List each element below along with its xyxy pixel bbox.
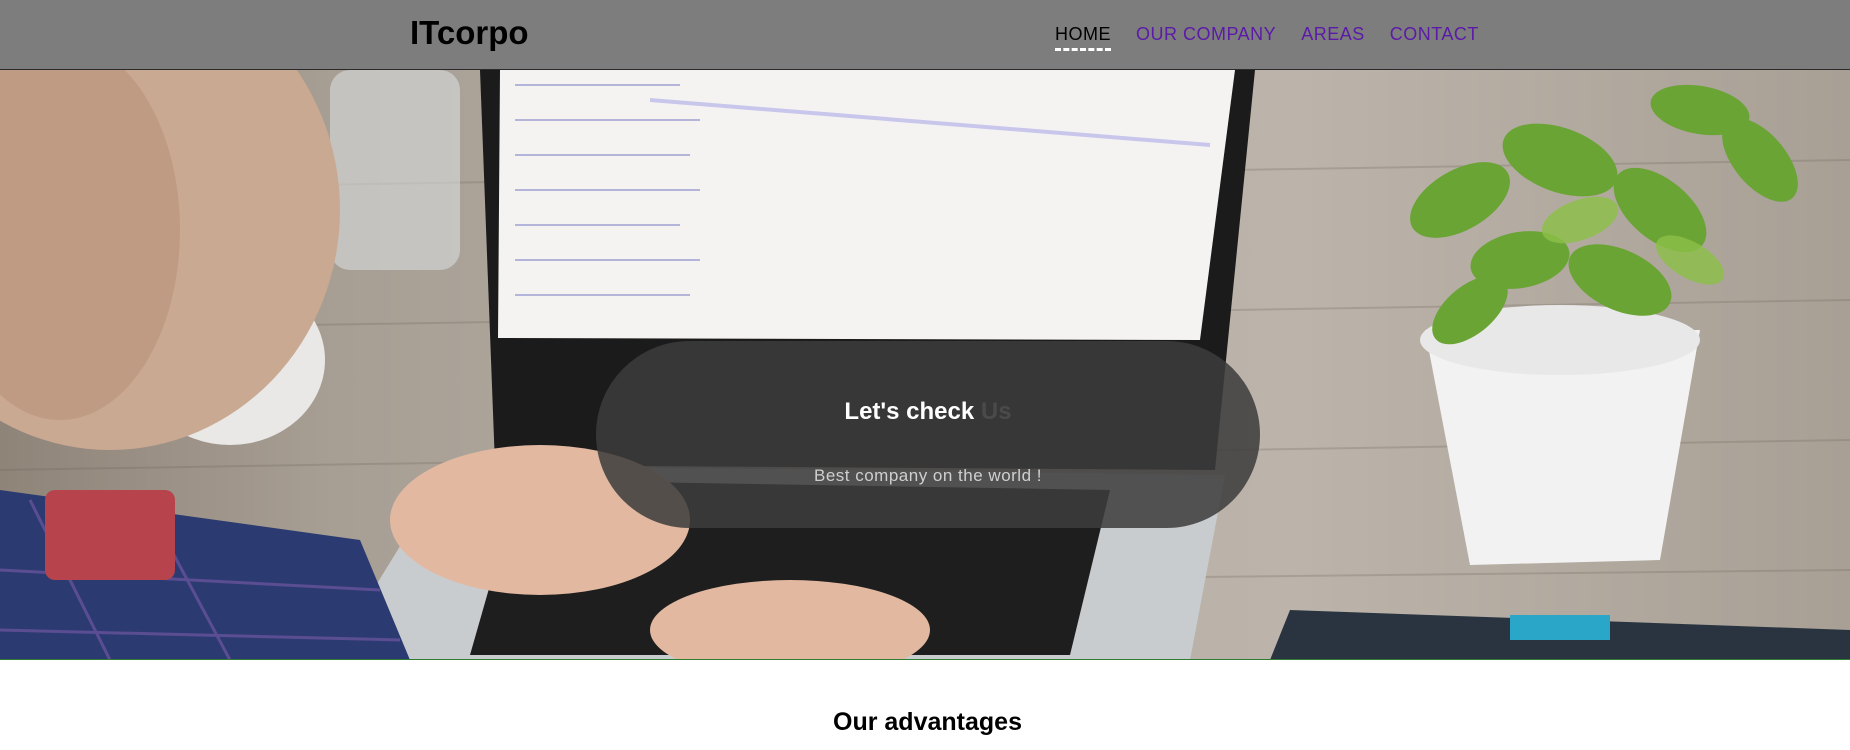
nav-our-company[interactable]: OUR COMPANY — [1136, 24, 1276, 44]
hero-subtitle: Best company on the world ! — [813, 466, 1042, 485]
site-logo[interactable]: ITcorpo — [410, 14, 529, 52]
nav-home[interactable]: HOME — [1055, 24, 1111, 51]
nav-contact[interactable]: CONTACT — [1390, 24, 1479, 44]
hero-title-main: Let's check — [844, 398, 975, 425]
nav-areas[interactable]: AREAS — [1301, 24, 1365, 44]
main-nav: HOME OUR COMPANY AREAS CONTACT — [1055, 24, 1479, 51]
hero-title-accent: Us — [980, 398, 1012, 425]
hero-banner: Let's check Us Best company on the world… — [0, 70, 1850, 660]
hero-title: Let's check Us — [596, 398, 1260, 426]
advantages-heading: Our advantages — [833, 708, 1022, 736]
site-header: ITcorpo HOME OUR COMPANY AREAS CONTACT — [0, 0, 1850, 70]
hero-callout: Let's check Us Best company on the world… — [596, 341, 1260, 528]
